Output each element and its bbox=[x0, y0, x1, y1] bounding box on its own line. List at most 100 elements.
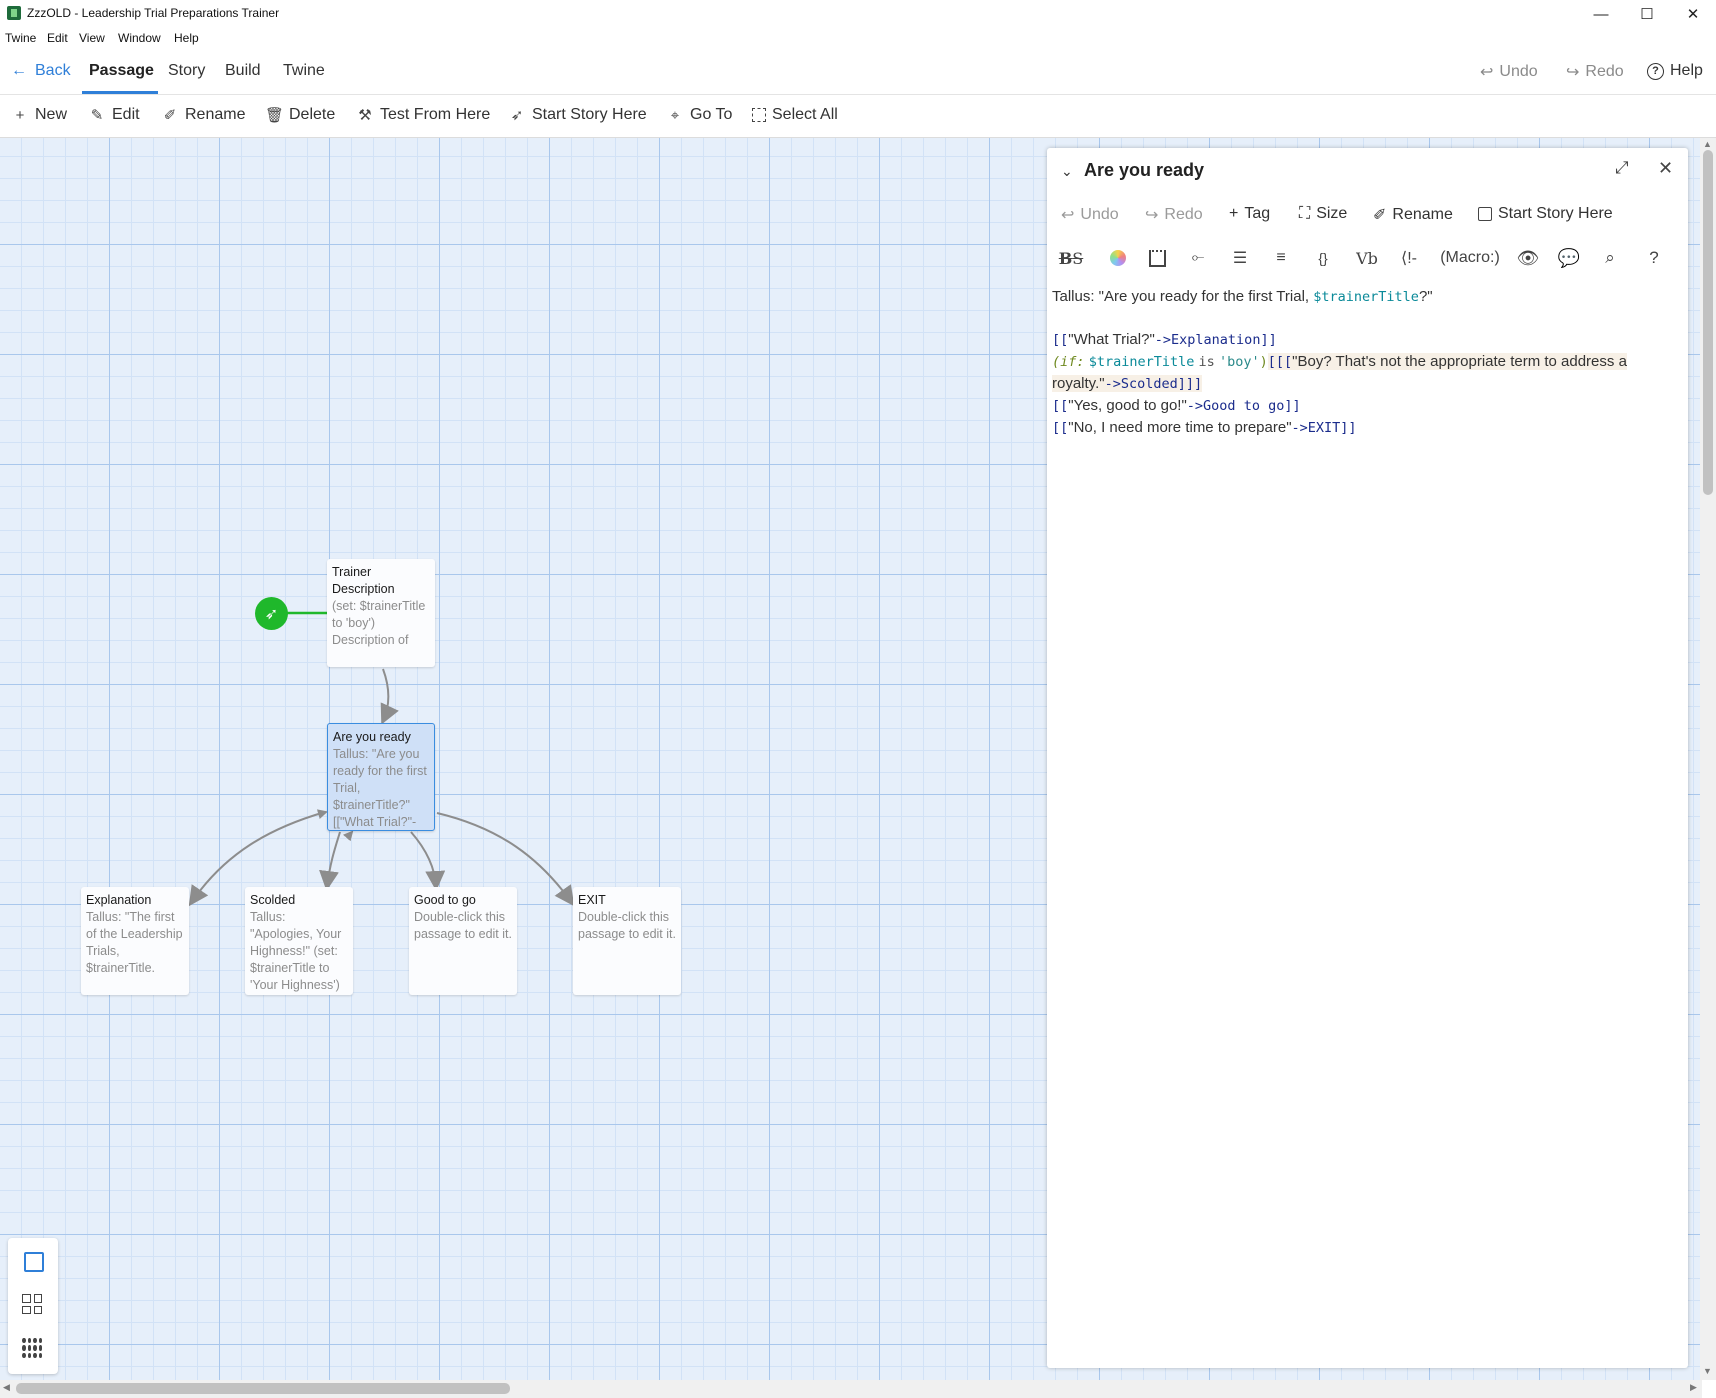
help-question-icon[interactable]: ? bbox=[1643, 247, 1665, 269]
arrow-left-icon: ← bbox=[11, 62, 27, 79]
passage-trainer-description[interactable]: Trainer Description (set: $trainerTitle … bbox=[327, 559, 435, 667]
border-icon[interactable] bbox=[1147, 247, 1167, 269]
dialog-title: Are you ready bbox=[1084, 160, 1205, 180]
passage-excerpt: Tallus: "Are you ready for the first Tri… bbox=[333, 747, 427, 829]
passage-title: Good to go bbox=[414, 893, 476, 907]
passage-redo-button[interactable]: ↪ Redo bbox=[1145, 205, 1203, 225]
passage-undo-button[interactable]: ↩ Undo bbox=[1061, 205, 1119, 225]
tab-twine[interactable]: Twine bbox=[283, 62, 325, 80]
passage-title: Are you ready bbox=[333, 730, 411, 744]
redo-label: Redo bbox=[1164, 206, 1203, 223]
start-story-here-button[interactable]: ➶ Start Story Here bbox=[508, 106, 647, 124]
edit-passage-button[interactable]: ✎ Edit bbox=[88, 106, 140, 124]
close-window-button[interactable]: ✕ bbox=[1670, 0, 1716, 28]
list-icon[interactable]: ☰ bbox=[1230, 247, 1250, 269]
editor-line-2: [["What Trial?"->Explanation]] bbox=[1052, 329, 1682, 351]
editor-link-bracket: [[ bbox=[1052, 398, 1069, 414]
search-icon[interactable]: ⌕ bbox=[1599, 247, 1621, 269]
undo-label: Undo bbox=[1499, 63, 1538, 80]
vertical-scroll-thumb[interactable] bbox=[1703, 150, 1713, 495]
passage-explanation[interactable]: Explanation Tallus: "The first of the Le… bbox=[81, 887, 189, 995]
editor-hook-bracket: [[[ bbox=[1267, 354, 1293, 370]
collapse-chevron-icon[interactable]: ⌄ bbox=[1061, 163, 1073, 180]
macro-button[interactable]: (Macro:) bbox=[1438, 247, 1502, 269]
rename-passage-dialog-button[interactable]: ✐ Rename bbox=[1373, 205, 1453, 225]
close-dialog-icon[interactable]: ✕ bbox=[1658, 158, 1673, 179]
new-passage-button[interactable]: + New bbox=[11, 106, 67, 124]
redo-label: Redo bbox=[1585, 63, 1624, 80]
rename-label: Rename bbox=[1392, 206, 1453, 223]
active-tab-indicator bbox=[82, 91, 158, 94]
passage-title: Trainer Description bbox=[332, 565, 395, 596]
menu-edit[interactable]: Edit bbox=[47, 31, 68, 45]
tab-passage[interactable]: Passage bbox=[89, 62, 154, 80]
color-icon[interactable] bbox=[1108, 247, 1128, 269]
comment-icon[interactable]: ⟨!- bbox=[1397, 247, 1421, 269]
test-from-here-button[interactable]: ⚒ Test From Here bbox=[356, 106, 490, 124]
menu-help[interactable]: Help bbox=[174, 31, 199, 45]
global-redo-button[interactable]: ↪ Redo bbox=[1566, 62, 1624, 82]
passage-excerpt: Double-click this passage to edit it. bbox=[414, 910, 512, 941]
editor-line-1: Tallus: "Are you ready for the first Tri… bbox=[1052, 286, 1682, 308]
scroll-left-arrow-icon[interactable]: ◀ bbox=[3, 1382, 10, 1393]
editor-blank-line bbox=[1052, 308, 1682, 329]
editor-line-4: [["Yes, good to go!"->Good to go]] bbox=[1052, 395, 1682, 417]
scroll-up-arrow-icon[interactable]: ▲ bbox=[1703, 139, 1712, 149]
undo-label: Undo bbox=[1080, 206, 1119, 223]
delete-passage-button[interactable]: 🗑 Delete bbox=[265, 106, 335, 124]
global-undo-button[interactable]: ↩ Undo bbox=[1480, 62, 1538, 82]
help-button[interactable]: ? Help bbox=[1647, 62, 1703, 80]
horizontal-scroll-thumb[interactable] bbox=[16, 1383, 510, 1394]
go-to-button[interactable]: ⌖ Go To bbox=[666, 106, 733, 124]
align-icon[interactable]: ⟜ bbox=[1188, 247, 1208, 269]
grid-zoom-icon[interactable] bbox=[22, 1294, 42, 1314]
maximize-button[interactable]: ☐ bbox=[1624, 0, 1670, 28]
tool-icon: ⚒ bbox=[358, 107, 372, 124]
strikethrough-icon[interactable]: BS bbox=[1058, 247, 1084, 269]
back-label: Back bbox=[35, 62, 71, 79]
tag-label: Tag bbox=[1244, 205, 1271, 222]
menu-twine[interactable]: Twine bbox=[5, 31, 36, 45]
editor-line-3: (if: $trainerTitle is 'boy')[[["Boy? Tha… bbox=[1052, 351, 1682, 395]
passage-exit[interactable]: EXIT Double-click this passage to edit i… bbox=[573, 887, 681, 995]
menu-window[interactable]: Window bbox=[118, 31, 161, 45]
start-rocket-icon: ➶ bbox=[255, 597, 288, 630]
select-all-button[interactable]: Select All bbox=[752, 106, 838, 124]
maximize-dialog-icon[interactable]: ⤢ bbox=[1615, 158, 1629, 178]
start-story-here-checkbox[interactable]: Start Story Here bbox=[1478, 205, 1613, 223]
scroll-right-arrow-icon[interactable]: ▶ bbox=[1690, 1382, 1697, 1393]
verbatim-icon[interactable]: Vb bbox=[1356, 247, 1378, 269]
passage-scolded[interactable]: Scolded Tallus: "Apologies, Your Highnes… bbox=[245, 887, 353, 995]
editor-macro: (if: bbox=[1052, 354, 1085, 370]
rocket-icon: ➶ bbox=[510, 107, 524, 124]
menu-view[interactable]: View bbox=[79, 31, 105, 45]
select-all-icon bbox=[752, 108, 766, 122]
editor-variable: $trainerTitle bbox=[1313, 289, 1419, 305]
braces-icon[interactable]: {} bbox=[1312, 247, 1334, 269]
add-tag-button[interactable]: + Tag bbox=[1229, 205, 1270, 223]
passage-zoom-icon[interactable] bbox=[24, 1252, 44, 1272]
go-to-label: Go To bbox=[690, 106, 733, 123]
plus-icon: + bbox=[1229, 205, 1239, 222]
editor-text: "Yes, good to go!" bbox=[1068, 397, 1187, 414]
rename-passage-button[interactable]: ✐ Rename bbox=[161, 106, 246, 124]
scroll-down-arrow-icon[interactable]: ▼ bbox=[1703, 1366, 1712, 1376]
speech-bubble-icon[interactable]: 💬 bbox=[1558, 247, 1580, 269]
passage-good-to-go[interactable]: Good to go Double-click this passage to … bbox=[409, 887, 517, 995]
start-story-here-label: Start Story Here bbox=[532, 106, 647, 123]
passage-are-you-ready[interactable]: Are you ready Tallus: "Are you ready for… bbox=[327, 723, 435, 831]
minimize-button[interactable]: — bbox=[1578, 0, 1624, 28]
dots-zoom-icon[interactable] bbox=[22, 1338, 42, 1358]
eye-icon[interactable]: 👁 bbox=[1517, 247, 1540, 269]
passage-text-editor[interactable]: Tallus: "Are you ready for the first Tri… bbox=[1052, 286, 1682, 439]
redo-icon: ↪ bbox=[1145, 207, 1159, 224]
tab-build[interactable]: Build bbox=[225, 62, 261, 80]
passage-excerpt: Tallus: "The first of the Leadership Tri… bbox=[86, 910, 183, 975]
back-button[interactable]: ← Back bbox=[11, 62, 71, 80]
size-button[interactable]: ⛶ Size bbox=[1299, 205, 1347, 223]
center-icon[interactable]: ≡ bbox=[1271, 247, 1291, 269]
tab-story[interactable]: Story bbox=[168, 62, 205, 80]
passage-title: Explanation bbox=[86, 893, 152, 907]
select-all-label: Select All bbox=[772, 106, 838, 123]
editor-text: "What Trial?" bbox=[1068, 331, 1155, 348]
